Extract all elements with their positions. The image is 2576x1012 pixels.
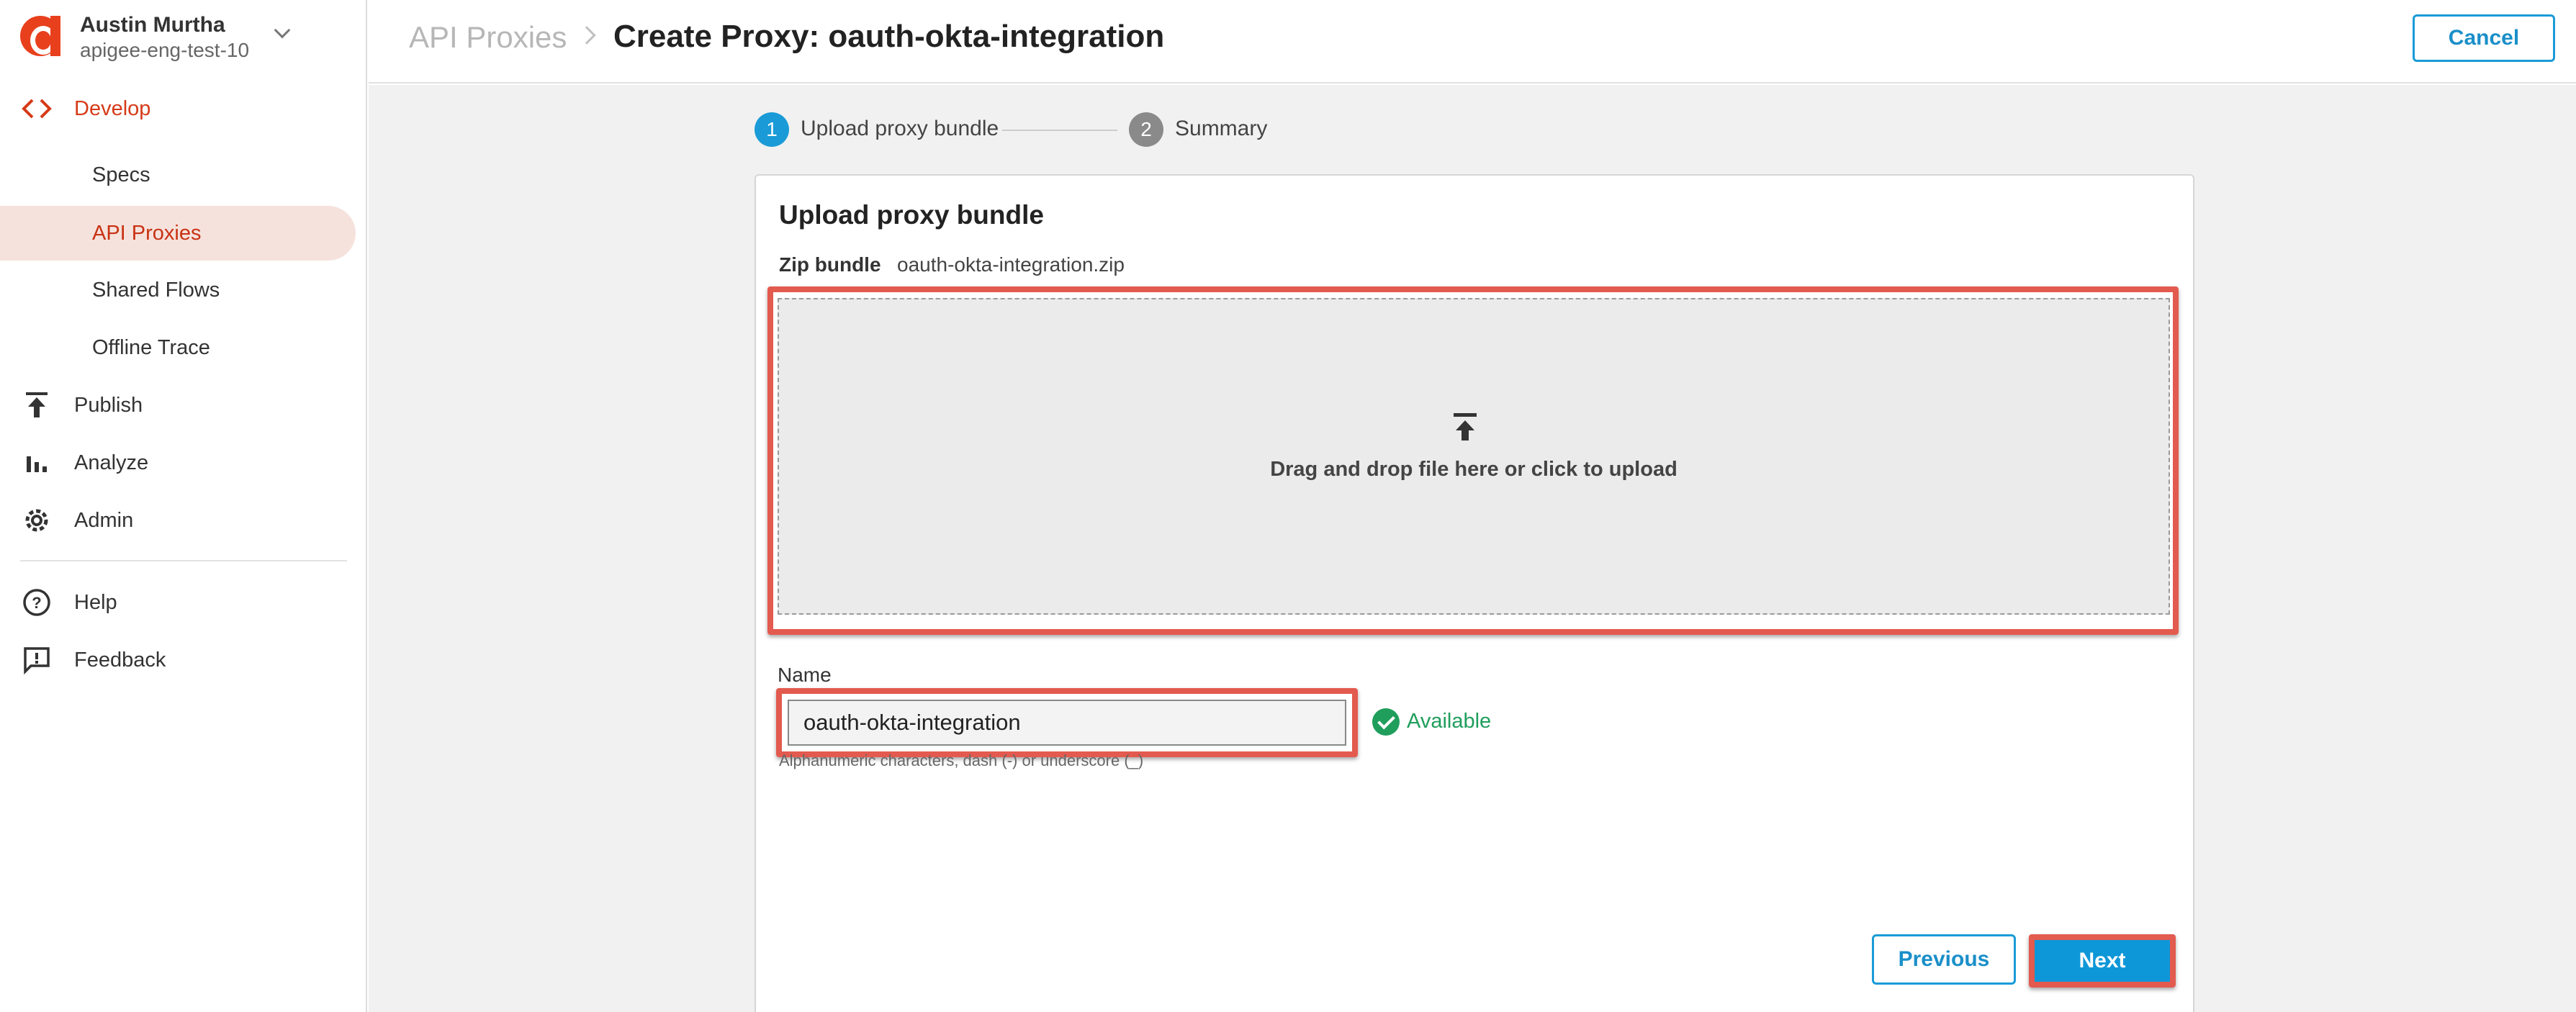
step-connector [1002,130,1117,131]
sidebar-item-specs[interactable]: Specs [0,148,356,202]
sidebar-item-api-proxies[interactable]: API Proxies [0,206,356,261]
nav-admin[interactable]: Admin [0,494,356,547]
nav-help[interactable]: ? Help [0,576,356,629]
nav-analyze-label: Analyze [74,451,149,474]
card-title: Upload proxy bundle [779,200,1044,230]
zip-bundle-filename: oauth-okta-integration.zip [897,253,1125,276]
sidebar: Austin Murtha apigee-eng-test-10 Develop… [0,0,367,1012]
page-title: Create Proxy: oauth-okta-integration [613,19,1165,54]
help-circle-icon: ? [20,586,53,619]
svg-text:?: ? [32,594,41,612]
page-header: API Proxies Create Proxy: oauth-okta-int… [369,0,2576,83]
nav-admin-label: Admin [74,508,134,532]
name-label: Name [778,664,832,686]
nav-feedback-label: Feedback [74,648,166,672]
breadcrumb-api-proxies[interactable]: API Proxies [409,20,567,55]
proxy-name-input[interactable] [788,700,1346,746]
cancel-button[interactable]: Cancel [2413,14,2555,62]
bar-chart-icon [20,446,53,479]
check-circle-icon [1372,708,1400,736]
next-button[interactable]: Next [2035,940,2170,982]
gear-icon [20,504,53,537]
code-brackets-icon [20,92,53,125]
nav-feedback[interactable]: Feedback [0,633,356,687]
availability-status: Available [1407,710,1492,733]
nav-publish-label: Publish [74,393,143,417]
nav-help-label: Help [74,590,117,614]
sidebar-item-label: Offline Trace [92,335,210,359]
step-2-label: Summary [1175,117,1268,140]
sidebar-divider [20,560,347,561]
step-1-indicator: 1 [755,112,789,147]
nav-develop-label: Develop [74,96,151,120]
name-hint: Alphanumeric characters, dash (-) or und… [779,751,1144,769]
zip-bundle-label: Zip bundle [779,253,881,276]
user-name: Austin Murtha [80,13,225,37]
nav-analyze[interactable]: Analyze [0,436,356,489]
drop-zone-text: Drag and drop file here or click to uplo… [1270,458,1677,481]
nav-publish[interactable]: Publish [0,379,356,432]
step-1-label: Upload proxy bundle [801,117,999,140]
upload-card: Upload proxy bundle Zip bundle oauth-okt… [755,174,2194,1012]
main-content: 1 Upload proxy bundle 2 Summary Upload p… [369,85,2576,1012]
chevron-right-icon [577,26,596,45]
org-name: apigee-eng-test-10 [80,39,250,61]
feedback-icon [20,643,53,677]
previous-button[interactable]: Previous [1872,934,2016,985]
chevron-down-icon[interactable] [274,22,291,39]
file-drop-zone[interactable]: Drag and drop file here or click to uplo… [778,298,2170,615]
sidebar-item-label: API Proxies [92,221,202,245]
apigee-logo-bar [50,16,60,56]
step-2-indicator: 2 [1129,112,1163,147]
sidebar-item-offline-trace[interactable]: Offline Trace [0,321,356,374]
upload-icon [1454,413,1477,442]
publish-upload-icon [20,389,53,422]
sidebar-item-label: Specs [92,163,150,186]
sidebar-item-shared-flows[interactable]: Shared Flows [0,263,356,317]
sidebar-item-label: Shared Flows [92,278,220,302]
nav-develop[interactable]: Develop [0,82,356,135]
